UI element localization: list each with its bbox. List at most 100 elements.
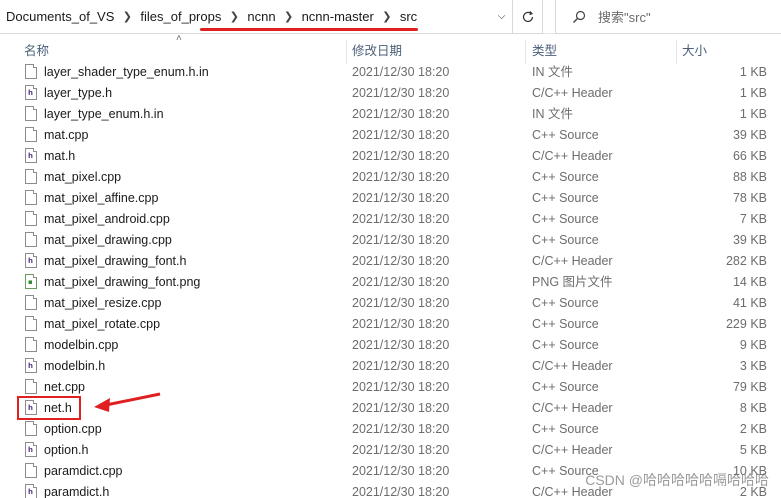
column-header-name[interactable]: 名称 [24,40,49,62]
file-name: mat_pixel_drawing_font.png [44,275,201,289]
search-box[interactable]: 搜索"src" [555,0,781,34]
file-row[interactable]: h layer_type.h 2021/12/30 18:20 C/C++ He… [0,83,781,104]
cpp-file-icon [25,421,38,437]
cpp-file-icon [25,232,38,248]
column-header-date[interactable]: 修改日期 [352,40,402,62]
file-name: option.cpp [44,422,102,436]
file-type: C/C++ Header [532,254,613,268]
cpp-file-icon [25,316,38,332]
file-name: paramdict.cpp [44,464,123,478]
file-type: C++ Source [532,338,599,352]
file-date: 2021/12/30 18:20 [352,254,450,268]
file-date: 2021/12/30 18:20 [352,422,450,436]
file-type: C++ Source [532,296,599,310]
annotation-highlight-box [17,396,81,420]
file-date: 2021/12/30 18:20 [352,296,450,310]
file-date: 2021/12/30 18:20 [352,107,450,121]
cpp-file-icon [25,211,38,227]
file-date: 2021/12/30 18:20 [352,65,450,79]
file-type: C++ Source [532,233,599,247]
file-date: 2021/12/30 18:20 [352,464,450,478]
header-file-icon: h [25,484,38,498]
file-type: C/C++ Header [532,401,613,415]
file-list: layer_shader_type_enum.h.in 2021/12/30 1… [0,62,781,498]
file-name: modelbin.cpp [44,338,119,352]
breadcrumb-item-ncnn[interactable]: ncnn [241,9,281,24]
file-row[interactable]: option.cpp 2021/12/30 18:20 C++ Source 2… [0,419,781,440]
file-size: 1 KB [739,86,767,100]
refresh-button[interactable] [513,0,543,34]
file-type: C++ Source [532,128,599,142]
header-file-icon: h [25,148,38,164]
file-type: C++ Source [532,422,599,436]
file-size: 88 KB [732,170,767,184]
refresh-icon [522,10,533,22]
file-row[interactable]: h option.h 2021/12/30 18:20 C/C++ Header… [0,440,781,461]
file-name: mat.cpp [44,128,89,142]
file-type: IN 文件 [532,65,573,79]
header-file-icon: h [25,253,38,269]
file-row[interactable]: layer_shader_type_enum.h.in 2021/12/30 1… [0,62,781,83]
file-size: 7 KB [739,212,767,226]
file-type: C++ Source [532,170,599,184]
column-divider[interactable] [676,40,677,64]
column-header-size[interactable]: 大小 [682,40,707,62]
file-name: mat_pixel_affine.cpp [44,191,159,205]
breadcrumb-item-ncnn-master[interactable]: ncnn-master [296,9,380,24]
file-size: 39 KB [732,233,767,247]
file-size: 9 KB [739,338,767,352]
file-type: C/C++ Header [532,359,613,373]
file-size: 66 KB [732,149,767,163]
file-row[interactable]: mat.cpp 2021/12/30 18:20 C++ Source 39 K… [0,125,781,146]
column-header-row: 名称 修改日期 类型 大小 [0,40,781,64]
file-row[interactable]: mat_pixel_rotate.cpp 2021/12/30 18:20 C+… [0,314,781,335]
file-row[interactable]: ▪ mat_pixel_drawing_font.png 2021/12/30 … [0,272,781,293]
file-row[interactable]: mat_pixel_resize.cpp 2021/12/30 18:20 C+… [0,293,781,314]
cpp-file-icon [25,379,38,395]
file-date: 2021/12/30 18:20 [352,191,450,205]
file-name: layer_type_enum.h.in [44,107,164,121]
cpp-file-icon [25,190,38,206]
chevron-down-icon[interactable]: ⌵ [490,0,512,33]
file-name: mat_pixel_android.cpp [44,212,170,226]
file-date: 2021/12/30 18:20 [352,317,450,331]
file-row[interactable]: mat_pixel_drawing.cpp 2021/12/30 18:20 C… [0,230,781,251]
file-size: 14 KB [732,275,767,289]
file-date: 2021/12/30 18:20 [352,275,450,289]
file-name: option.h [44,443,89,457]
file-row[interactable]: h mat.h 2021/12/30 18:20 C/C++ Header 66… [0,146,781,167]
breadcrumb-item-documents-of-vs[interactable]: Documents_of_VS [0,9,120,24]
breadcrumb-item-src[interactable]: src [394,9,423,24]
file-row[interactable]: mat_pixel_affine.cpp 2021/12/30 18:20 C+… [0,188,781,209]
file-row[interactable]: h modelbin.h 2021/12/30 18:20 C/C++ Head… [0,356,781,377]
file-row[interactable]: mat_pixel.cpp 2021/12/30 18:20 C++ Sourc… [0,167,781,188]
file-type: C++ Source [532,380,599,394]
file-icon [25,64,38,80]
file-name: mat_pixel.cpp [44,170,122,184]
file-row[interactable]: modelbin.cpp 2021/12/30 18:20 C++ Source… [0,335,781,356]
file-date: 2021/12/30 18:20 [352,86,450,100]
column-header-type[interactable]: 类型 [532,40,557,62]
file-row[interactable]: mat_pixel_android.cpp 2021/12/30 18:20 C… [0,209,781,230]
cpp-file-icon [25,295,38,311]
column-divider[interactable] [346,40,347,64]
file-name: paramdict.h [44,485,110,498]
file-row[interactable]: h mat_pixel_drawing_font.h 2021/12/30 18… [0,251,781,272]
file-name: modelbin.h [44,359,106,373]
file-size: 5 KB [739,443,767,457]
file-date: 2021/12/30 18:20 [352,359,450,373]
column-divider[interactable] [525,40,526,64]
search-input[interactable]: 搜索"src" [598,7,651,26]
file-type: C++ Source [532,212,599,226]
chevron-right-icon[interactable]: ❯ [120,0,134,34]
file-name: mat_pixel_resize.cpp [44,296,162,310]
file-date: 2021/12/30 18:20 [352,149,450,163]
file-size: 3 KB [739,359,767,373]
search-icon [573,10,586,23]
annotation-underline [200,28,418,31]
file-row[interactable]: layer_type_enum.h.in 2021/12/30 18:20 IN… [0,104,781,125]
file-name: layer_type.h [44,86,113,100]
breadcrumb-item-files-of-props[interactable]: files_of_props [134,9,227,24]
file-name: mat_pixel_rotate.cpp [44,317,161,331]
file-type: C/C++ Header [532,86,613,100]
